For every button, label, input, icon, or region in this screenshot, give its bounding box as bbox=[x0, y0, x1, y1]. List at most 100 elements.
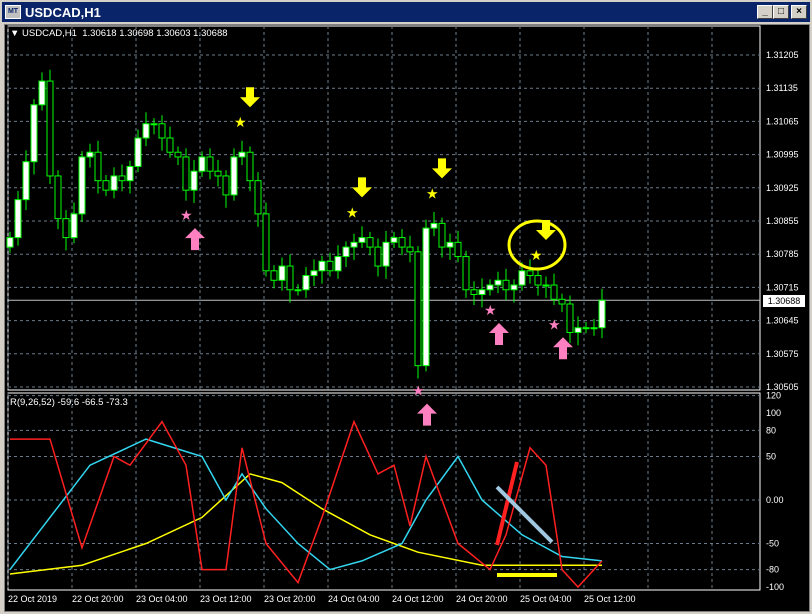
chart-canvas[interactable]: 1.31205 1.31135 1.31065 1.30995 1.30925 1.308… bbox=[0, 0, 812, 614]
indicator-tick-label: 0.00 bbox=[766, 495, 784, 505]
candle-body bbox=[278, 265, 286, 281]
candle-body bbox=[134, 137, 142, 167]
candle-body bbox=[438, 222, 446, 248]
candle-body bbox=[102, 180, 110, 191]
arrow-up-icon bbox=[489, 323, 509, 346]
candle-body bbox=[430, 222, 438, 229]
candle-body bbox=[598, 299, 606, 329]
time-tick-label: 25 Oct 04:00 bbox=[520, 594, 572, 604]
symbol-info: ▼ USDCAD,H1 1.30618 1.30698 1.30603 1.30… bbox=[10, 28, 228, 39]
candle-body bbox=[14, 199, 22, 239]
price-tick-label: 1.31205 bbox=[766, 50, 799, 60]
candle-body bbox=[422, 227, 430, 367]
candle-body bbox=[566, 303, 574, 333]
arrow-up-icon bbox=[417, 403, 437, 426]
symbol-name: USDCAD,H1 bbox=[22, 28, 77, 39]
candle-body bbox=[78, 156, 86, 215]
candle-body bbox=[366, 237, 374, 248]
price-tick-label: 1.30575 bbox=[766, 349, 799, 359]
time-tick-label: 22 Oct 2019 bbox=[8, 594, 57, 604]
indicator-frame bbox=[7, 392, 761, 591]
candle-body bbox=[262, 213, 270, 272]
candle-body bbox=[286, 265, 294, 291]
candle-body bbox=[214, 170, 222, 177]
main-chart-frame bbox=[7, 25, 761, 391]
current-price-label: 1.30688 bbox=[763, 295, 805, 307]
candle-body bbox=[150, 123, 158, 126]
candle-body bbox=[166, 137, 174, 153]
star-icon: ★ bbox=[180, 207, 193, 223]
candle-body bbox=[486, 284, 494, 291]
candle-body bbox=[142, 123, 150, 139]
ohlc-values: 1.30618 1.30698 1.30603 1.30688 bbox=[82, 28, 228, 39]
candle-body bbox=[30, 104, 38, 163]
candle-body bbox=[38, 80, 46, 106]
candle-body bbox=[230, 156, 238, 196]
candle-body bbox=[494, 279, 502, 286]
candle-body bbox=[198, 156, 206, 172]
indicator-tick-label: -80 bbox=[766, 565, 779, 575]
time-tick-label: 23 Oct 12:00 bbox=[200, 594, 252, 604]
price-tick-label: 1.30715 bbox=[766, 282, 799, 292]
candle-body bbox=[118, 175, 126, 182]
candle-body bbox=[174, 151, 182, 158]
candle-body bbox=[342, 246, 350, 258]
candle-body bbox=[374, 246, 382, 267]
candle-body bbox=[406, 246, 414, 253]
indicator-tick-label: 100 bbox=[766, 408, 781, 418]
candle-body bbox=[502, 279, 510, 291]
star-icon: ★ bbox=[426, 185, 439, 201]
candle-body bbox=[54, 175, 62, 220]
candle-body bbox=[126, 165, 134, 182]
candle-body bbox=[382, 241, 390, 267]
candle-body bbox=[470, 289, 478, 296]
time-tick-label: 24 Oct 20:00 bbox=[456, 594, 508, 604]
candle-body bbox=[246, 151, 254, 182]
candle-body bbox=[510, 284, 518, 291]
candle-body bbox=[254, 180, 262, 215]
candle-body bbox=[318, 260, 326, 272]
arrow-down-icon bbox=[432, 158, 452, 179]
candle-body bbox=[590, 327, 598, 330]
candle-body bbox=[46, 80, 54, 177]
candle-body bbox=[86, 151, 94, 158]
time-tick-label: 23 Oct 04:00 bbox=[136, 594, 188, 604]
indicator-tick-label: 120 bbox=[766, 391, 781, 401]
candle-body bbox=[398, 237, 406, 248]
candle-body bbox=[62, 218, 70, 239]
candle-body bbox=[358, 237, 366, 243]
candle-body bbox=[326, 260, 334, 272]
candle-body bbox=[222, 175, 230, 196]
candle-body bbox=[350, 241, 358, 248]
time-tick-label: 25 Oct 12:00 bbox=[584, 594, 636, 604]
candle-body bbox=[6, 237, 14, 248]
price-tick-label: 1.30855 bbox=[766, 216, 799, 226]
star-icon: ★ bbox=[548, 316, 561, 332]
indicator-tick-label: -50 bbox=[766, 539, 779, 549]
candle-body bbox=[310, 270, 318, 277]
price-tick-label: 1.30785 bbox=[766, 249, 799, 259]
candle-body bbox=[294, 289, 302, 292]
price-tick-label: 1.30995 bbox=[766, 150, 799, 160]
star-icon: ★ bbox=[412, 383, 425, 399]
candle-body bbox=[206, 156, 214, 172]
arrow-down-icon bbox=[352, 177, 372, 198]
star-icon: ★ bbox=[530, 247, 543, 263]
candle-body bbox=[518, 270, 526, 286]
arrow-up-icon bbox=[185, 228, 205, 251]
candle-body bbox=[70, 213, 78, 239]
candle-body bbox=[22, 161, 30, 201]
candle-body bbox=[542, 284, 550, 287]
candle-body bbox=[270, 270, 278, 281]
price-tick-label: 1.30925 bbox=[766, 183, 799, 193]
candle-body bbox=[550, 284, 558, 300]
time-tick-label: 24 Oct 12:00 bbox=[392, 594, 444, 604]
candle-body bbox=[582, 327, 590, 330]
price-tick-label: 1.31135 bbox=[766, 83, 798, 93]
candle-body bbox=[238, 151, 246, 158]
candle-body bbox=[446, 241, 454, 248]
candle-body bbox=[526, 270, 534, 277]
time-tick-label: 24 Oct 04:00 bbox=[328, 594, 380, 604]
candle-body bbox=[334, 256, 342, 272]
candle-body bbox=[302, 275, 310, 291]
